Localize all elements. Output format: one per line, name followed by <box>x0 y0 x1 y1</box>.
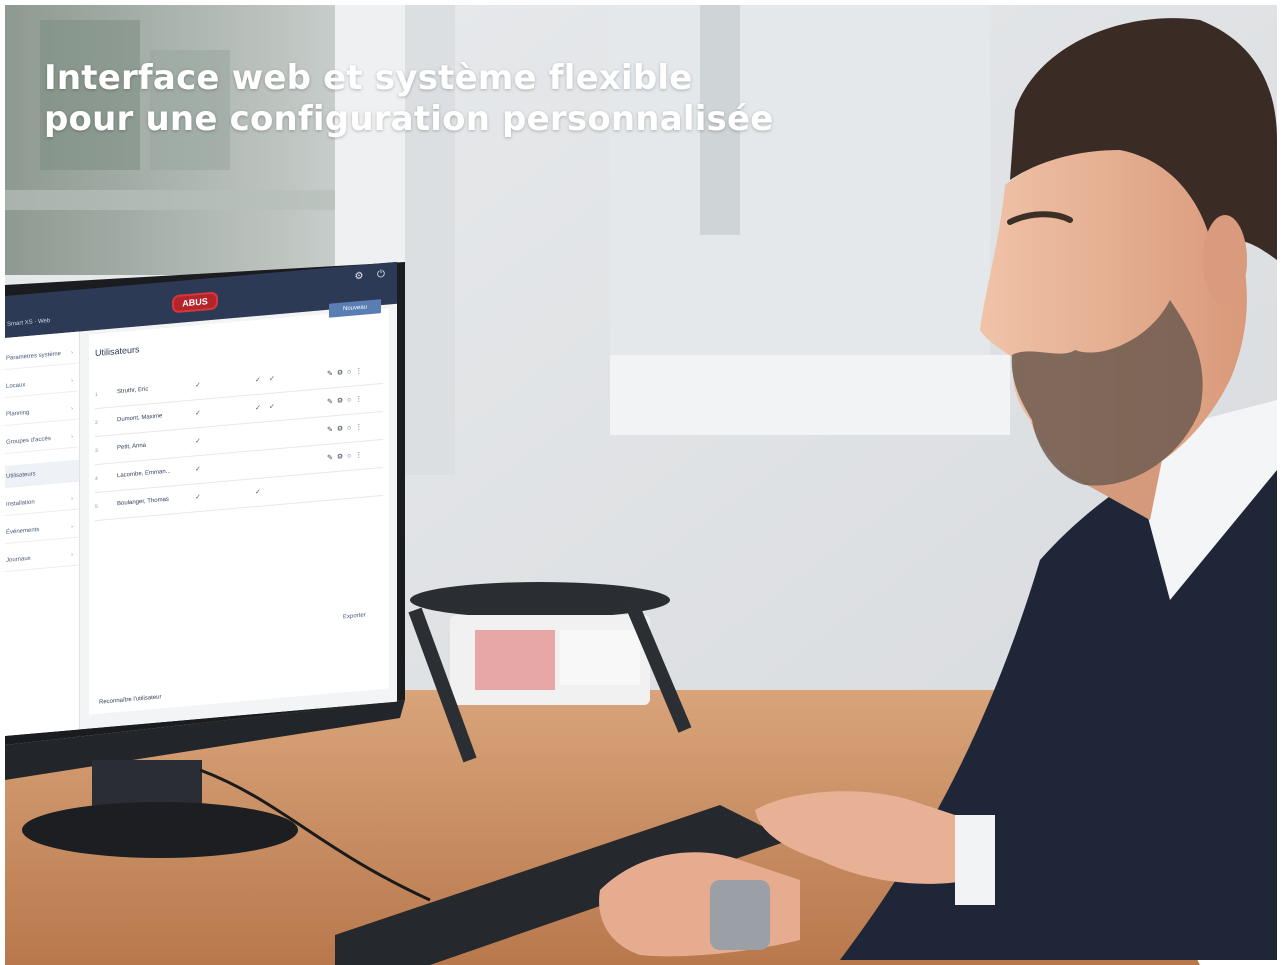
sidebar-item: Groupes d'accès › <box>5 425 79 454</box>
headline-line-2: pour une configuration personnalisée <box>44 99 774 139</box>
sidebar-item-active: Utilisateurs <box>5 459 79 488</box>
monitor-screen: Smart XS · Web ABUS ⚙ ⏻ Paramètres systè… <box>5 261 397 736</box>
brand-logo: ABUS <box>172 291 218 314</box>
power-icon: ⏻ <box>377 268 385 281</box>
sidebar-item: Installation › <box>5 487 79 516</box>
sidebar-item: Événements › <box>5 515 79 544</box>
settings-icon: ⚙ <box>354 270 364 283</box>
footer-link: Reconnaître l'utilisateur <box>99 694 162 706</box>
screen-app-title: Smart XS · Web <box>7 318 51 328</box>
screen-sidebar: Paramètres système › Locaux › Planning › Gr… <box>5 331 80 736</box>
export-link: Exporter <box>343 612 366 621</box>
photo-scene: Smart XS · Web ABUS ⚙ ⏻ Paramètres systè… <box>0 0 1283 965</box>
screen-body: Paramètres système › Locaux › Planning › Gr… <box>5 299 397 736</box>
sidebar-item: Journaux › <box>5 543 79 572</box>
headline-line-1: Interface web et système flexible <box>44 58 693 98</box>
sidebar-item: Locaux › <box>5 369 79 398</box>
screen-main: Nouveau Utilisateurs 1 Struthr, Eric ✓ ✓ ✓ … <box>89 299 389 715</box>
screen-page-title: Utilisateurs <box>95 344 140 359</box>
sidebar-item: Planning › <box>5 397 79 426</box>
headline: Interface web et système flexible pour u… <box>44 58 774 140</box>
wrist-watch <box>710 880 770 950</box>
sidebar-item: Paramètres système › <box>5 341 79 370</box>
